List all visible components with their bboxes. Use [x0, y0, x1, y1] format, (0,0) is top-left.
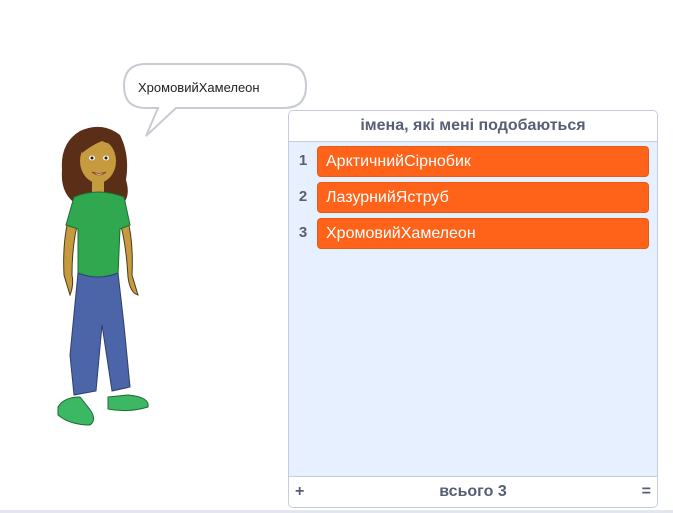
row-index: 2: [298, 188, 308, 205]
list-length: всього 3: [439, 483, 507, 500]
speech-bubble: ХромовийХамелеон: [122, 62, 308, 137]
list-item[interactable]: ХромовийХамелеон: [317, 218, 649, 249]
speech-bubble-text: ХромовийХамелеон: [138, 80, 260, 95]
row-index: 3: [298, 224, 308, 241]
list-title: імена, які мені подобаються: [289, 111, 657, 142]
resize-handle[interactable]: =: [642, 477, 651, 507]
list-item[interactable]: ЛазурнийЯструб: [317, 182, 649, 213]
list-monitor[interactable]: імена, які мені подобаються 1 АрктичнийС…: [288, 110, 658, 508]
list-item[interactable]: АрктичнийСірнобик: [317, 146, 649, 177]
girl-sprite-icon: [57, 126, 149, 426]
list-row: 1 АрктичнийСірнобик: [289, 144, 657, 178]
list-row: 3 ХромовийХамелеон: [289, 216, 657, 250]
stage[interactable]: ХромовийХамелеон імена, які мені подобаю…: [0, 0, 673, 513]
row-index: 1: [298, 152, 308, 169]
add-item-button[interactable]: +: [295, 477, 304, 507]
sprite-girl[interactable]: [50, 125, 160, 430]
list-row: 2 ЛазурнийЯструб: [289, 180, 657, 214]
list-footer: всього 3 + =: [289, 476, 657, 507]
